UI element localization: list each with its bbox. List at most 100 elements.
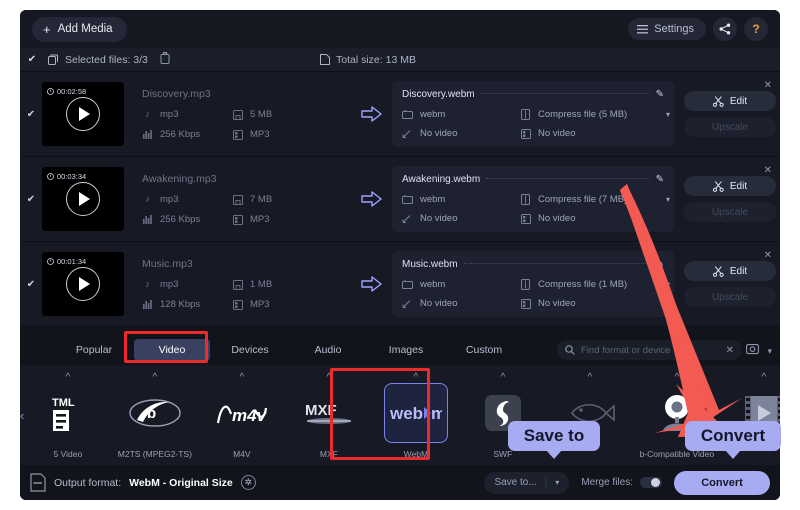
output-name-line: Music.webm ✎ [402,259,664,270]
row-checkbox[interactable]: ✔ [20,109,42,120]
format-item-m2ts-mpeg2-ts-[interactable]: ^ b M2TS (MPEG2-TS) [111,369,198,461]
chevron-up-icon[interactable]: ^ [65,373,70,383]
merge-files-toggle[interactable] [640,477,662,488]
format-label: MXF [319,449,338,459]
edit-name-icon[interactable]: ✎ [656,174,664,185]
edit-name-icon[interactable]: ✎ [656,259,664,270]
clock-icon [47,258,54,265]
output-video-codec: No video [520,298,670,309]
output-video-text: No video [420,298,458,309]
add-media-label: Add Media [57,23,113,35]
close-icon[interactable]: ✕ [764,250,772,261]
callout-tail [546,450,562,459]
trash-icon[interactable] [160,52,170,67]
play-icon [79,192,90,206]
chevron-down-icon[interactable]: ▾ [666,110,670,119]
help-button[interactable]: ? [744,17,768,41]
output-settings-card[interactable]: Discovery.webm ✎ webm Compress file (5 M… [392,81,674,147]
chevron-up-icon[interactable]: ^ [500,373,505,383]
table-row[interactable]: ✔ 00:01:34 Music.mp3 ♪ mp3 1 MB 128 Kbps… [20,242,780,327]
output-format-group[interactable]: Output format: WebM - Original Size ✲ [30,473,256,492]
divider [486,178,650,179]
chevron-down-icon[interactable]: ▾ [666,280,670,289]
chevron-up-icon[interactable]: ^ [674,373,679,383]
search-input[interactable] [581,344,720,356]
video-thumbnail[interactable]: 00:01:34 [42,252,124,316]
output-compress[interactable]: Compress file (5 MB) ▾ [520,109,670,120]
selection-bar: ✔ Selected files: 3/3 Total size: 13 MB [20,48,780,72]
tab-popular[interactable]: Popular [56,339,132,361]
select-all-checkbox[interactable]: ✔ [26,54,38,66]
chevron-up-icon[interactable]: ^ [326,373,331,383]
tab-custom[interactable]: Custom [446,339,522,361]
merge-files-group[interactable]: Merge files: [581,477,662,488]
video-thumbnail[interactable]: 00:03:34 [42,167,124,231]
upscale-button[interactable]: Upscale [684,287,776,307]
close-icon[interactable]: ✕ [726,345,734,356]
output-video-text: No video [420,128,458,139]
save-to-dropdown[interactable]: Save to... | ▾ [484,471,570,494]
play-button[interactable] [66,182,100,216]
format-label: M2TS (MPEG2-TS) [117,449,192,459]
format-item-m4v[interactable]: ^ m4v M4V [198,369,285,461]
callout-tail [725,450,741,459]
video-thumbnail[interactable]: 00:02:58 [42,82,124,146]
convert-label: Convert [701,476,743,489]
tab-video[interactable]: Video [134,339,210,361]
output-compress-text: Compress file (7 MB) [538,194,628,205]
output-settings-card[interactable]: Music.webm ✎ webm Compress file (1 MB) ▾ [392,251,674,317]
source-format-text: mp3 [160,279,179,290]
device-preview-icon[interactable] [746,342,760,360]
edit-button[interactable]: Edit [684,261,776,281]
share-button[interactable] [713,17,737,41]
edit-label: Edit [729,265,748,277]
upscale-button[interactable]: Upscale [684,117,776,137]
row-checkbox[interactable]: ✔ [20,194,42,205]
gear-icon[interactable]: ✲ [240,475,256,490]
codec-icon [520,298,531,309]
output-compress[interactable]: Compress file (1 MB) ▾ [520,279,670,290]
tab-audio[interactable]: Audio [290,339,366,361]
clock-icon [47,88,54,95]
settings-button[interactable]: Settings [628,18,706,40]
output-name-line: Awakening.webm ✎ [402,174,664,185]
edit-label: Edit [729,95,748,107]
header-actions: Settings ? [628,17,768,41]
chevron-down-icon[interactable]: ▾ [666,195,670,204]
tab-devices[interactable]: Devices [212,339,288,361]
edit-button[interactable]: Edit [684,91,776,111]
chevron-up-icon[interactable]: ^ [152,373,157,383]
upscale-button[interactable]: Upscale [684,202,776,222]
row-checkbox[interactable]: ✔ [20,279,42,290]
codec-icon [232,129,243,140]
source-size: 1 MB [232,279,322,290]
chevron-up-icon[interactable]: ^ [587,373,592,383]
table-row[interactable]: ✔ 00:03:34 Awakening.mp3 ♪ mp3 7 MB 256 … [20,157,780,242]
play-button[interactable] [66,267,100,301]
table-row[interactable]: ✔ 00:02:58 Discovery.mp3 ♪ mp3 5 MB 256 … [20,72,780,157]
format-search[interactable]: ✕ [557,340,742,360]
convert-arrow-icon [352,276,392,292]
output-settings-card[interactable]: Awakening.webm ✎ webm Compress file (7 M… [392,166,674,232]
format-item-5-video[interactable]: ^ TML 5 Video [24,369,111,461]
output-compress[interactable]: Compress file (7 MB) ▾ [520,194,670,205]
close-icon[interactable]: ✕ [764,80,772,91]
source-bitrate: 256 Kbps [142,214,232,225]
close-icon[interactable]: ✕ [764,165,772,176]
tab-images[interactable]: Images [368,339,444,361]
edit-button[interactable]: Edit [684,176,776,196]
format-item-webm[interactable]: ^ web m WebM [372,369,459,461]
chevron-up-icon[interactable]: ^ [413,373,418,383]
source-filename: Awakening.mp3 [142,173,217,185]
chevron-up-icon[interactable]: ^ [761,373,766,383]
format-tabs: Popular Video Devices Audio Images Custom [56,339,524,361]
chevron-up-icon[interactable]: ^ [239,373,244,383]
convert-button[interactable]: Convert [674,470,770,495]
play-button[interactable] [66,97,100,131]
add-media-button[interactable]: + Add Media [32,16,127,42]
bars-icon [142,214,153,225]
chevron-down-icon[interactable]: ▾ [767,346,772,357]
format-item-mxf[interactable]: ^ MXF MXF [285,369,372,461]
chevron-down-icon[interactable]: ▾ [555,478,559,487]
edit-name-icon[interactable]: ✎ [656,89,664,100]
